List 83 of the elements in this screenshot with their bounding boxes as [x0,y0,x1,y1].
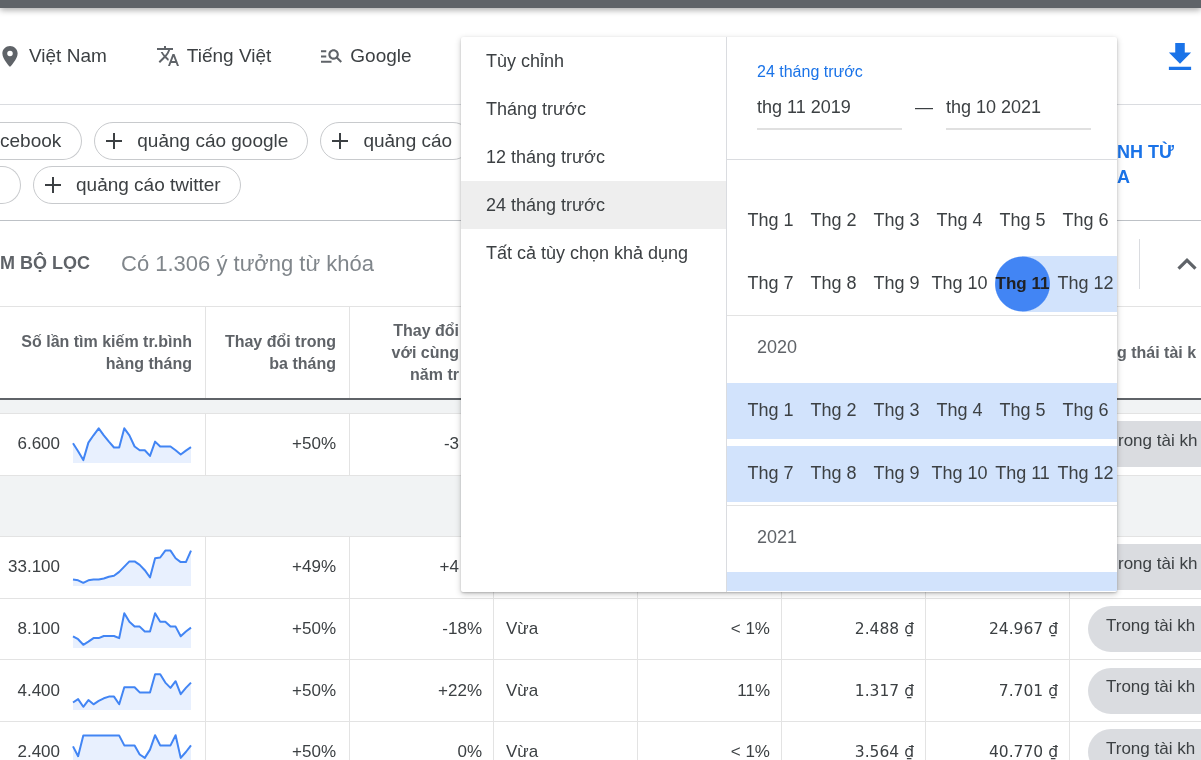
month-option[interactable]: Thg 5 [991,382,1054,439]
keyword-chip[interactable]: quảng cáo twitter [33,166,241,204]
month-option[interactable]: Thg 4 [928,382,991,439]
month-option[interactable]: Thg 3 [865,382,928,439]
change-value: -3 [443,434,459,455]
month-option[interactable]: Thg 5 [991,192,1054,249]
competition-value: Vừa [506,742,539,760]
column-header[interactable]: Thay đổi trong ba tháng [218,330,336,375]
year-label: 2021 [727,505,1117,569]
column-header[interactable]: Số lần tìm kiếm tr.bình hàng tháng [0,330,192,375]
month-option[interactable]: Thg 6 [1054,192,1117,249]
month-option[interactable]: Thg 10 [928,255,991,312]
month-option[interactable]: Thg 1 [727,192,802,249]
volume-value: 6.600 [17,434,60,455]
month-option[interactable]: Thg 9 [865,255,928,312]
status-chip[interactable]: Trong tài kh [1088,606,1201,653]
status-chip[interactable]: Trong tài kh [1088,729,1201,760]
month-option[interactable]: Thg 10 [928,445,991,502]
change-value: +50% [292,619,336,640]
change-value: +49% [292,557,336,578]
volume-value: 4.400 [17,680,60,701]
competition-value: Vừa [506,680,539,701]
bid-value: 1.317 ₫ [854,681,914,700]
month-option[interactable]: Thg 11 [991,445,1054,502]
chevron-up-icon[interactable] [1177,257,1197,270]
menu-option[interactable]: 24 tháng trước [461,181,726,229]
share-value: 11% [737,680,770,701]
search-network-selector[interactable]: Google [321,45,412,67]
change-value: +4 [439,557,459,578]
result-count: Có 1.306 ý tưởng từ khóa [121,250,375,277]
volume-value: 33.100 [8,557,60,578]
month-option[interactable]: Thg 3 [865,192,928,249]
month-option[interactable]: Thg 7 [727,255,802,312]
share-value: < 1% [730,742,770,760]
search-list-icon [321,49,343,63]
download-icon[interactable] [1168,42,1192,70]
month-option[interactable]: Thg 12 [1054,255,1117,312]
volume-value: 8.100 [17,619,60,640]
start-date-field[interactable]: thg 11 2019 [757,96,902,130]
month-option[interactable]: Thg 8 [802,445,865,502]
change-value: -18% [442,619,482,640]
month-option[interactable]: Thg 1 [727,382,802,439]
location-pin-icon [2,45,18,67]
change-value: +50% [292,742,336,760]
column-header[interactable]: Thay đổi với cùng năm tr [383,319,459,386]
range-dash: — [915,96,933,118]
change-value: 0% [457,742,482,760]
location-selector[interactable]: Việt Nam [2,45,107,67]
menu-option[interactable]: Tùy chỉnh [461,37,726,85]
status-chip[interactable]: Trong tài kh [1088,667,1201,714]
end-date-field[interactable]: thg 10 2021 [946,96,1091,130]
bid-value: 7.701 ₫ [998,681,1058,700]
menu-option[interactable]: Tất cả tùy chọn khả dụng [461,229,726,277]
range-label: 24 tháng trước [757,62,864,82]
bid-value: 40.770 ₫ [988,743,1058,760]
filter-button[interactable]: M BỘ LỌC [0,253,90,274]
plus-icon [45,177,61,193]
keyword-chip[interactable]: quảng cáo google [94,122,309,160]
change-value: +50% [292,434,336,455]
plus-icon [106,133,123,149]
change-value: +50% [292,680,336,701]
keyword-chip[interactable]: cebook [0,122,83,160]
plus-icon [332,133,349,149]
month-option[interactable]: Thg 9 [865,445,928,502]
volume-value: 2.400 [17,742,60,760]
bid-value: 3.564 ₫ [854,743,914,760]
change-value: +22% [438,680,482,701]
column-header[interactable]: g thái tài k [1117,341,1197,364]
month-option[interactable]: Thg 4 [928,192,991,249]
text-button[interactable]: NH TỪ A [1117,140,1179,190]
bid-value: 2.488 ₫ [854,620,914,639]
share-value: < 1% [730,619,770,640]
competition-value: Vừa [506,619,539,640]
language-selector[interactable]: Tiếng Việt [156,45,272,67]
month-option[interactable]: Thg 8 [802,255,865,312]
year-label: 2020 [727,315,1117,379]
month-option[interactable]: Thg 6 [1054,382,1117,439]
month-option[interactable]: Thg 7 [727,445,802,502]
bid-value: 24.967 ₫ [988,620,1058,639]
month-option[interactable]: Thg 12 [1054,445,1117,502]
month-option[interactable]: Thg 2 [802,192,865,249]
month-option[interactable]: Thg 2 [802,382,865,439]
translate-icon [156,46,179,66]
